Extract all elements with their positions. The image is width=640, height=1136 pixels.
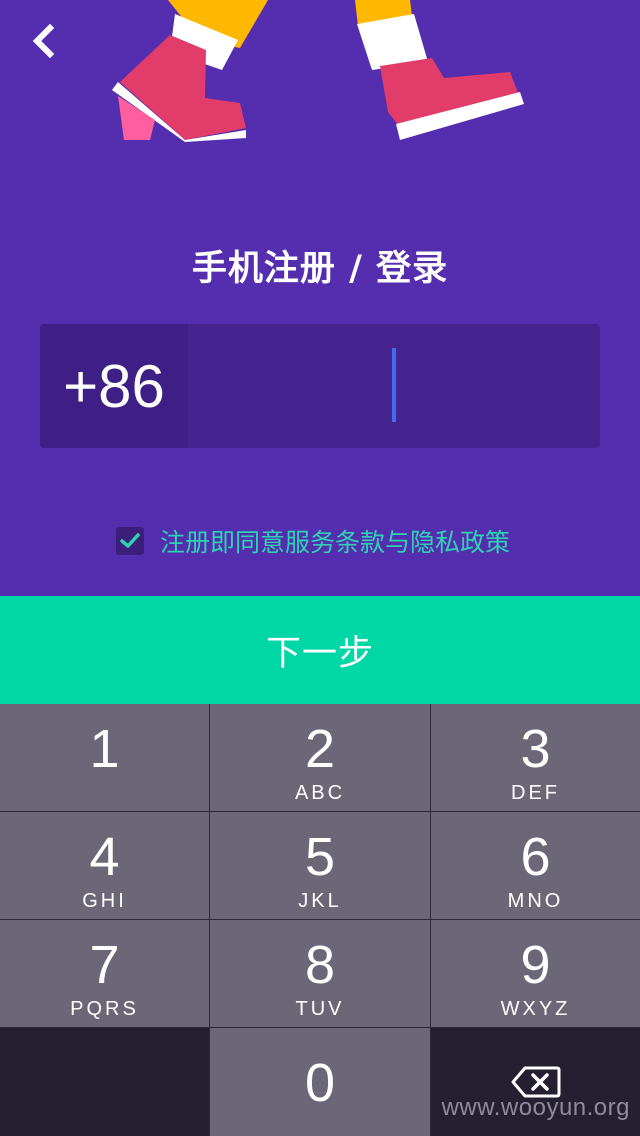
key-1[interactable]: 1: [0, 704, 209, 811]
key-letters: WXYZ: [500, 998, 571, 1020]
key-digit: 3: [520, 719, 551, 779]
key-letters: PQRS: [70, 998, 139, 1020]
key-8[interactable]: 8 TUV: [210, 920, 430, 1027]
key-digit: 4: [89, 827, 120, 887]
key-letters: ABC: [294, 782, 346, 804]
chevron-left-icon: [32, 24, 55, 58]
key-digit: 0: [304, 1053, 336, 1113]
key-digit: 1: [89, 719, 120, 779]
login-screen: 手机注册 / 登录 +86 注册即同意服务条款与隐私政策 下一步 1 2 ABC: [0, 0, 640, 1136]
phone-field[interactable]: +86: [40, 324, 600, 448]
key-blank: [0, 1028, 209, 1136]
key-5[interactable]: 5 JKL: [210, 812, 430, 919]
watermark: www.wooyun.org: [441, 1094, 630, 1121]
key-digit: 9: [520, 935, 551, 995]
key-letters: DEF: [511, 782, 560, 804]
key-0[interactable]: 0: [210, 1028, 430, 1136]
skater-illustration: [112, 0, 524, 142]
key-7[interactable]: 7 PQRS: [0, 920, 209, 1027]
key-digit: 6: [520, 827, 551, 887]
back-button[interactable]: [18, 18, 68, 64]
check-icon: [120, 533, 140, 548]
key-6[interactable]: 6 MNO: [431, 812, 640, 919]
key-digit: 5: [304, 827, 336, 887]
key-digit: 8: [304, 935, 336, 995]
key-2[interactable]: 2 ABC: [210, 704, 430, 811]
key-3[interactable]: 3 DEF: [431, 704, 640, 811]
key-4[interactable]: 4 GHI: [0, 812, 209, 919]
key-9[interactable]: 9 WXYZ: [431, 920, 640, 1027]
key-digit: 2: [304, 719, 336, 779]
agreement-link[interactable]: 注册即同意服务条款与隐私政策: [160, 523, 510, 559]
key-letters: JKL: [298, 890, 342, 912]
page-title: 手机注册 / 登录: [191, 249, 449, 289]
text-caret: [392, 348, 396, 422]
agreement-checkbox[interactable]: [116, 527, 144, 555]
next-button[interactable]: 下一步: [0, 596, 640, 704]
key-letters: TUV: [295, 998, 345, 1020]
agreement-row: 注册即同意服务条款与隐私政策: [116, 524, 510, 558]
country-code-selector[interactable]: +86: [40, 324, 188, 448]
key-letters: MNO: [507, 890, 564, 912]
numeric-keypad: 1 2 ABC 3 DEF 4 GHI 5 JKL 6 MNO 7 PQRS 8…: [0, 704, 640, 1136]
key-digit: 7: [89, 935, 120, 995]
key-letters: GHI: [82, 890, 127, 912]
header-area: 手机注册 / 登录 +86 注册即同意服务条款与隐私政策: [0, 0, 640, 596]
